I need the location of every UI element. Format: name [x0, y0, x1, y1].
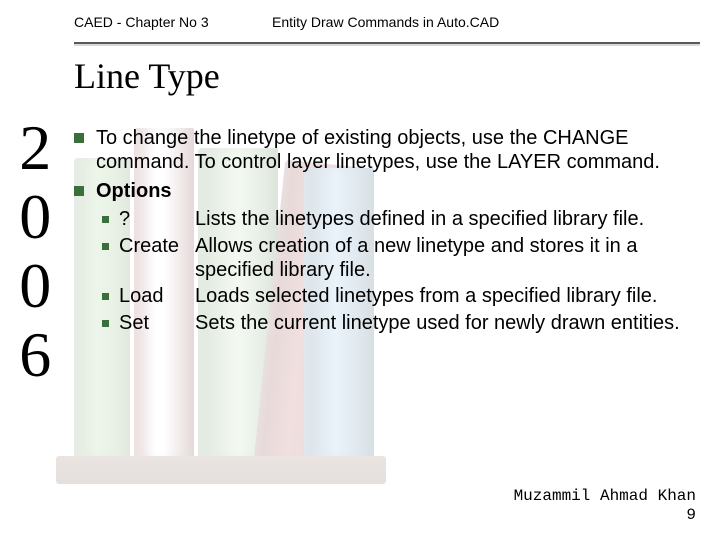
option-desc: Loads selected linetypes from a specifie…: [195, 284, 696, 308]
option-row: Create Allows creation of a new linetype…: [98, 234, 696, 283]
option-row: Load Loads selected linetypes from a spe…: [98, 284, 696, 308]
option-desc: Lists the linetypes defined in a specifi…: [195, 207, 696, 231]
bullet-icon: [102, 293, 109, 300]
header-rule-shadow: [74, 44, 700, 46]
header-topic: Entity Draw Commands in Auto.CAD: [272, 14, 499, 30]
option-row: Set Sets the current linetype used for n…: [98, 311, 696, 335]
page-title: Line Type: [74, 55, 220, 97]
options-list: ? Lists the linetypes defined in a speci…: [98, 207, 696, 335]
paragraph-1: To change the linetype of existing objec…: [96, 126, 696, 175]
bullet-icon: [102, 243, 109, 250]
option-desc: Sets the current linetype used for newly…: [195, 311, 696, 335]
footer: Muzammil Ahmad Khan 9: [514, 487, 696, 524]
bullet-icon: [102, 320, 109, 327]
content: To change the linetype of existing objec…: [74, 126, 696, 337]
bullet-icon: [74, 133, 84, 143]
option-desc: Allows creation of a new linetype and st…: [195, 234, 696, 283]
header-chapter: CAED - Chapter No 3: [74, 14, 272, 30]
option-term: ?: [119, 207, 195, 231]
bullet-icon: [74, 186, 84, 196]
option-term: Load: [119, 284, 195, 308]
page-number: 9: [514, 506, 696, 524]
year-vertical: 2006: [4, 112, 65, 388]
option-term: Create: [119, 234, 195, 283]
options-label: Options: [96, 179, 172, 203]
bullet-icon: [102, 216, 109, 223]
author: Muzammil Ahmad Khan: [514, 487, 696, 505]
header: CAED - Chapter No 3 Entity Draw Commands…: [0, 0, 720, 38]
option-row: ? Lists the linetypes defined in a speci…: [98, 207, 696, 231]
option-term: Set: [119, 311, 195, 335]
